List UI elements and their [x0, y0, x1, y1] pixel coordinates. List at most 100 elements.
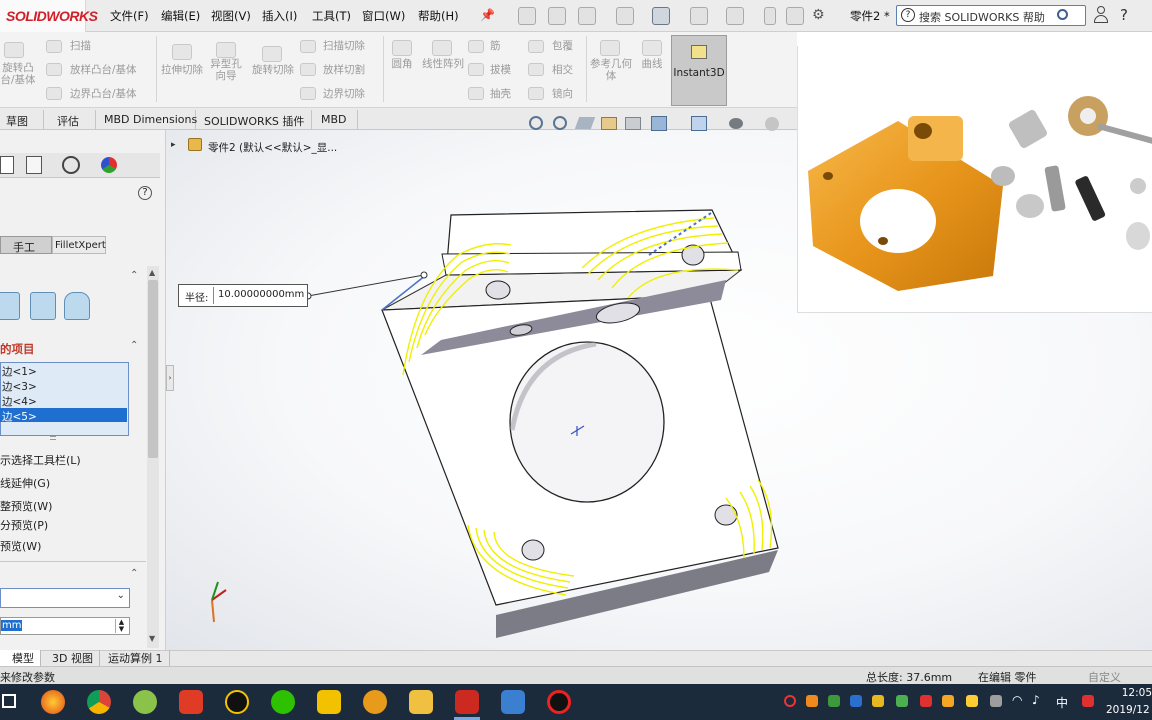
tray-icon[interactable] [920, 695, 932, 707]
boundary-boss-icon[interactable] [46, 87, 62, 100]
curves-icon[interactable] [642, 40, 662, 56]
wechat-icon[interactable] [271, 690, 295, 714]
fillet-icon[interactable] [392, 40, 412, 56]
pin-icon[interactable]: 📌 [480, 8, 495, 22]
save-icon[interactable] [616, 7, 634, 25]
menu-help[interactable]: 帮助(H) [418, 8, 459, 24]
configuration-manager-tab-icon[interactable] [62, 156, 80, 174]
home-icon[interactable] [518, 7, 536, 25]
shell-button[interactable]: 抽壳 [490, 88, 511, 100]
sweep-boss-button[interactable]: 扫描 [70, 40, 91, 52]
dynamic-annotation-icon[interactable] [625, 117, 641, 130]
open-icon[interactable] [578, 7, 596, 25]
scroll-down-icon[interactable]: ▼ [149, 634, 155, 643]
tray-icon[interactable] [850, 695, 862, 707]
boundary-cut-icon[interactable] [300, 87, 316, 100]
fillet-method-dropdown[interactable]: ⌄ [0, 588, 130, 608]
rib-button[interactable]: 筋 [490, 40, 501, 52]
linear-pattern-button[interactable]: 线性阵列 [420, 58, 466, 70]
tray-icon[interactable] [990, 695, 1002, 707]
instant3d-button[interactable]: Instant3D [671, 35, 727, 106]
view-orientation-icon[interactable] [651, 116, 667, 131]
undo-icon[interactable] [690, 7, 708, 25]
property-manager-tab-icon[interactable] [26, 156, 42, 174]
variable-size-fillet-icon[interactable] [30, 292, 56, 320]
wrap-icon[interactable] [528, 40, 544, 53]
section-view-icon[interactable] [601, 117, 617, 130]
lofted-cut-icon[interactable] [300, 63, 316, 76]
manual-tab[interactable]: 手工 [0, 236, 52, 254]
collapse-icon[interactable]: ⌃ [130, 568, 138, 579]
constant-size-fillet-icon[interactable] [0, 292, 20, 320]
option-tangent-propagation[interactable]: 线延伸(G) [0, 475, 50, 491]
player-icon[interactable] [317, 690, 341, 714]
radius-input[interactable]: mm ▲ ▼ [0, 617, 130, 635]
filletxpert-tab[interactable]: FilletXpert [52, 236, 106, 254]
part-model[interactable] [166, 130, 806, 650]
revolved-cut-button[interactable]: 旋转切除 [250, 64, 296, 76]
menu-insert[interactable]: 插入(I) [262, 8, 297, 24]
tab-motion-study[interactable]: 运动算例 1 [102, 650, 170, 666]
chrome-icon[interactable] [87, 690, 111, 714]
firefox-icon[interactable] [41, 690, 65, 714]
ime-indicator[interactable]: 中 [1056, 694, 1068, 711]
app-icon[interactable] [501, 690, 525, 714]
rib-icon[interactable] [468, 40, 484, 53]
face-fillet-icon[interactable] [64, 292, 90, 320]
collapse-icon[interactable]: ⌃ [130, 270, 138, 281]
menu-tools[interactable]: 工具(T) [312, 8, 351, 24]
resize-grip[interactable] [50, 436, 56, 440]
sweep-boss-icon[interactable] [46, 40, 62, 53]
rebuild-icon[interactable] [764, 7, 776, 25]
lofted-cut-button[interactable]: 放样切割 [323, 64, 365, 76]
menu-view[interactable]: 视图(V) [211, 8, 251, 24]
tab-solidworks-addins[interactable]: SOLIDWORKS 插件 [196, 110, 312, 130]
option-full-preview[interactable]: 整预览(W) [0, 498, 52, 514]
tray-icon[interactable] [966, 695, 978, 707]
search-icon[interactable] [1057, 9, 1068, 20]
intersect-icon[interactable] [528, 63, 544, 76]
print-icon[interactable] [652, 7, 670, 25]
display-style-icon[interactable] [691, 116, 707, 131]
intersect-button[interactable]: 相交 [552, 64, 573, 76]
swept-cut-button[interactable]: 扫描切除 [323, 40, 365, 52]
callout-radius-value[interactable]: 10.00000000mm [218, 289, 304, 300]
recorder-icon[interactable] [547, 690, 571, 714]
app-icon[interactable] [133, 690, 157, 714]
menu-window[interactable]: 窗口(W) [362, 8, 405, 24]
panel-collapse-handle[interactable]: › [166, 365, 174, 391]
status-units[interactable]: 自定义 [1088, 669, 1121, 685]
loft-boss-icon[interactable] [46, 63, 62, 76]
appearance-tab-icon[interactable] [101, 157, 117, 173]
revolve-boss-icon[interactable] [4, 42, 24, 58]
tray-icon[interactable] [828, 695, 840, 707]
volume-icon[interactable]: ♪ [1032, 693, 1040, 707]
hole-wizard-icon[interactable] [216, 42, 236, 58]
app-icon[interactable] [363, 690, 387, 714]
app-icon[interactable] [179, 690, 203, 714]
extruded-cut-button[interactable]: 拉伸切除 [160, 64, 204, 76]
tray-icon[interactable] [806, 695, 818, 707]
zoom-area-icon[interactable] [553, 116, 567, 130]
appearance-icon[interactable] [765, 117, 779, 131]
tab-3d-views[interactable]: 3D 视图 [46, 650, 100, 666]
select-icon[interactable] [726, 7, 744, 25]
boundary-boss-button[interactable]: 边界凸台/基体 [70, 88, 137, 100]
tab-sketch[interactable]: 草图 [0, 110, 44, 130]
menu-edit[interactable]: 编辑(E) [161, 8, 200, 24]
mirror-icon[interactable] [528, 87, 544, 100]
scrollbar-thumb[interactable] [148, 280, 158, 458]
collapse-icon[interactable]: ⌃ [130, 340, 138, 351]
revolved-cut-icon[interactable] [262, 46, 282, 62]
search-input[interactable]: ? 搜索 SOLIDWORKS 帮助 [896, 5, 1086, 26]
hole-wizard-button[interactable]: 异型孔向导 [206, 58, 246, 82]
tray-icon[interactable] [896, 695, 908, 707]
tab-model[interactable]: 模型 [0, 650, 41, 666]
wrap-button[interactable]: 包覆 [552, 40, 573, 52]
option-no-preview[interactable]: 预览(W) [0, 538, 41, 554]
option-show-selection-toolbar[interactable]: 示选择工具栏(L) [0, 452, 81, 468]
list-item[interactable]: 边<3> [2, 379, 37, 394]
list-item[interactable]: 边<1> [2, 364, 37, 379]
list-item-selected[interactable]: 边<5> [2, 409, 37, 424]
scroll-up-icon[interactable]: ▲ [149, 268, 155, 277]
